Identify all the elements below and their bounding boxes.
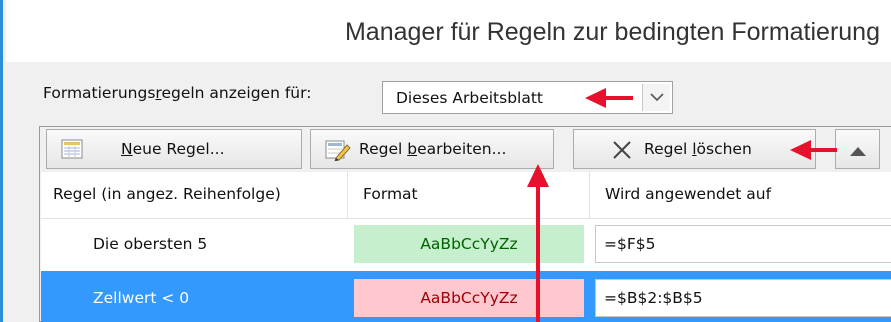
format-preview: AaBbCcYyZz: [354, 225, 584, 263]
show-rules-label-end: egeln anzeigen für:: [161, 84, 312, 102]
show-rules-label-start: Formatierungs: [43, 84, 156, 102]
new-rule-mnemonic: N: [121, 140, 133, 158]
edit-rule-label-start: Regel: [359, 140, 408, 158]
edit-rule-icon: [325, 139, 351, 165]
applies-to-field[interactable]: =$F$5: [595, 225, 891, 263]
column-divider[interactable]: [589, 172, 590, 218]
show-rules-label: Formatierungsregeln anzeigen für:: [43, 84, 311, 102]
delete-rule-label: Regel löschen: [644, 140, 752, 158]
table-row[interactable]: Die obersten 5 AaBbCcYyZz =$F$5: [41, 219, 891, 270]
delete-rule-label-rest: öschen: [696, 140, 752, 158]
edit-rule-label: Regel bearbeiten...: [359, 140, 506, 158]
delete-x-icon: [612, 140, 632, 164]
format-preview: AaBbCcYyZz: [354, 279, 584, 317]
dropdown-button[interactable]: [642, 84, 670, 111]
column-header-format[interactable]: Format: [363, 185, 418, 203]
rule-name: Die obersten 5: [93, 235, 208, 253]
window-title: Manager für Regeln zur bedingten Formati…: [344, 18, 880, 46]
edit-rule-label-rest: earbeiten...: [417, 140, 507, 158]
chevron-down-icon: [650, 93, 664, 102]
column-header-applies-to[interactable]: Wird angewendet auf: [605, 185, 771, 203]
edit-rule-button[interactable]: Regel bearbeiten...: [310, 129, 554, 169]
dropdown-selected-value: Dieses Arbeitsblatt: [396, 89, 544, 107]
new-rule-label: Neue Regel...: [121, 140, 225, 158]
new-rule-button[interactable]: Neue Regel...: [46, 129, 302, 169]
move-up-button[interactable]: [835, 129, 880, 169]
table-row-selected[interactable]: Zellwert < 0 AaBbCcYyZz =$B$2:$B$5: [41, 271, 891, 322]
new-rule-label-rest: eue Regel...: [132, 140, 225, 158]
rules-table: Regel (in angez. Reihenfolge) Format Wir…: [41, 172, 891, 322]
rule-name: Zellwert < 0: [93, 289, 190, 307]
table-header: Regel (in angez. Reihenfolge) Format Wir…: [41, 172, 891, 219]
applies-to-field[interactable]: =$B$2:$B$5: [595, 279, 891, 317]
column-divider[interactable]: [347, 172, 348, 218]
column-header-rule[interactable]: Regel (in angez. Reihenfolge): [53, 185, 281, 203]
delete-rule-button[interactable]: Regel löschen: [573, 129, 816, 169]
edit-rule-mnemonic: b: [407, 140, 418, 158]
show-rules-dropdown[interactable]: Dieses Arbeitsblatt: [382, 81, 673, 114]
new-rule-icon: [61, 139, 83, 163]
dialog-window: Manager für Regeln zur bedingten Formati…: [0, 0, 891, 322]
delete-rule-label-start: Regel: [644, 140, 693, 158]
title-bar: Manager für Regeln zur bedingten Formati…: [6, 0, 891, 62]
triangle-up-icon: [849, 143, 867, 161]
